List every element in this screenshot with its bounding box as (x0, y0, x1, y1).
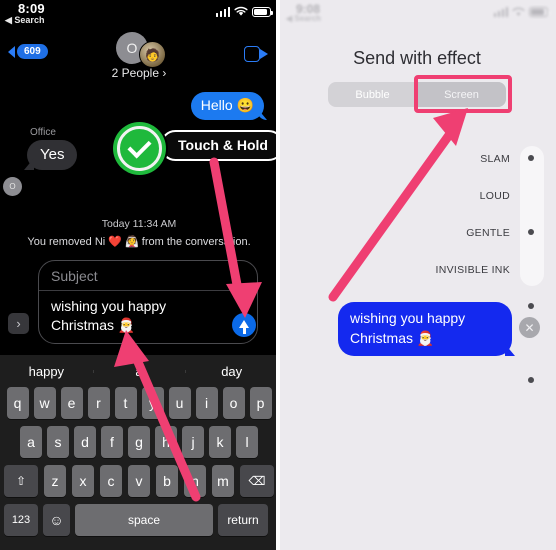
message-bubble-outgoing[interactable]: Hello 😀 (190, 92, 264, 120)
message-timestamp: Today 11:34 AM (101, 218, 177, 230)
touch-and-hold-callout: Touch & Hold (160, 130, 278, 161)
effect-option-invisible-ink[interactable]: INVISIBLE INK (418, 251, 546, 383)
wifi-icon (512, 7, 525, 16)
key-d[interactable]: d (74, 426, 96, 458)
key-j[interactable]: j (182, 426, 204, 458)
screenshot-root: 8:09 ◀ Search 609 O 🧑 2 People › Hello 😀… (0, 0, 556, 550)
effect-option-slam[interactable]: SLAM (418, 140, 546, 177)
key-k[interactable]: k (209, 426, 231, 458)
cellular-bars-icon (493, 7, 508, 17)
close-x-icon[interactable]: ✕ (519, 317, 540, 338)
callout-label: Touch & Hold (178, 137, 268, 153)
key-s[interactable]: s (47, 426, 69, 458)
status-indicators (493, 7, 550, 17)
avatar-group[interactable]: O 🧑 (108, 32, 170, 68)
effect-option-gentle[interactable]: GENTLE (418, 214, 546, 309)
unread-badge: 609 (17, 44, 48, 59)
message-preview-bubble[interactable]: wishing you happy Christmas 🎅 (338, 302, 512, 356)
keyboard-row-3: ⇧ z x c v b n m ⌫ (0, 465, 278, 497)
keyboard-row-2: a s d f g h j k l (0, 426, 278, 458)
radio-dot[interactable] (528, 155, 534, 161)
keyboard-row-1: q w e r t y u i o p (0, 387, 278, 419)
back-button[interactable]: 609 (8, 44, 48, 59)
compose-field[interactable]: Subject wishing you happy Christmas 🎅 (38, 260, 258, 344)
message-input[interactable]: wishing you happy Christmas 🎅 (39, 291, 257, 343)
onscreen-keyboard: happy a day q w e r t y u i o p a s d f (0, 355, 278, 550)
key-z[interactable]: z (44, 465, 66, 497)
key-o[interactable]: o (222, 387, 245, 419)
chevron-left-icon (8, 45, 15, 58)
effect-label: GENTLE (466, 226, 510, 239)
backspace-icon[interactable]: ⌫ (240, 465, 274, 497)
status-back-to-search[interactable]: ◀ Search (5, 15, 44, 26)
key-n[interactable]: n (184, 465, 206, 497)
left-phone-screen: 8:09 ◀ Search 609 O 🧑 2 People › Hello 😀… (0, 0, 278, 550)
tab-bubble[interactable]: Bubble (328, 82, 417, 107)
key-f[interactable]: f (101, 426, 123, 458)
key-q[interactable]: q (6, 387, 29, 419)
sender-name-label: Office (30, 127, 56, 138)
chat-header: 609 O 🧑 2 People › (0, 30, 278, 82)
radio-dot[interactable] (528, 303, 534, 309)
numbers-key[interactable]: 123 (4, 504, 38, 536)
video-camera-icon[interactable] (244, 46, 268, 62)
effect-label: LOUD (479, 189, 510, 202)
key-y[interactable]: y (141, 387, 164, 419)
return-key[interactable]: return (218, 504, 268, 536)
key-b[interactable]: b (156, 465, 178, 497)
chevron-right-icon[interactable]: › (8, 313, 29, 334)
effect-label: SLAM (480, 152, 510, 165)
smiley-icon[interactable]: ☺ (43, 504, 70, 536)
key-v[interactable]: v (128, 465, 150, 497)
key-i[interactable]: i (195, 387, 218, 419)
cellular-bars-icon (215, 7, 230, 17)
status-indicators (215, 6, 273, 17)
wifi-icon (234, 6, 248, 16)
prediction-1[interactable]: happy (0, 364, 93, 379)
prediction-2[interactable]: a (92, 364, 186, 379)
space-key[interactable]: space (75, 504, 213, 536)
screen-tab-highlight-box (414, 75, 512, 113)
key-h[interactable]: h (155, 426, 177, 458)
panel-divider (276, 0, 280, 550)
radio-dot[interactable] (528, 377, 534, 383)
green-check-circle-icon (113, 122, 166, 175)
battery-icon (252, 7, 273, 17)
key-g[interactable]: g (128, 426, 150, 458)
prediction-3[interactable]: day (185, 364, 278, 379)
key-p[interactable]: p (249, 387, 272, 419)
key-c[interactable]: c (100, 465, 122, 497)
key-r[interactable]: r (87, 387, 110, 419)
key-m[interactable]: m (212, 465, 234, 497)
status-time: 8:09 (18, 1, 45, 16)
key-u[interactable]: u (168, 387, 191, 419)
arrow-up-icon (239, 320, 249, 334)
effect-option-loud[interactable]: LOUD (418, 177, 546, 235)
subject-input[interactable]: Subject (39, 261, 257, 291)
avatar-secondary: 🧑 (139, 41, 166, 68)
key-l[interactable]: l (236, 426, 258, 458)
status-back-to-search[interactable]: ◀ Search (286, 14, 321, 23)
message-avatar: O (3, 177, 22, 196)
participants-label[interactable]: 2 People › (112, 66, 167, 80)
system-message: You removed Ni ❤️ 👰 from the conversatio… (27, 236, 251, 248)
battery-icon (529, 7, 550, 17)
effect-label: INVISIBLE INK (435, 263, 510, 276)
key-e[interactable]: e (60, 387, 83, 419)
page-title: Send with effect (353, 48, 481, 68)
keyboard-row-4: 123 ☺ space return (0, 504, 278, 536)
right-status-bar: 9:08 ◀ Search (278, 0, 556, 26)
key-a[interactable]: a (20, 426, 42, 458)
key-t[interactable]: t (114, 387, 137, 419)
effect-options-list: SLAM LOUD GENTLE INVISIBLE INK (418, 140, 546, 383)
key-x[interactable]: x (72, 465, 94, 497)
shift-up-icon[interactable]: ⇧ (4, 465, 38, 497)
left-status-bar: 8:09 ◀ Search (0, 0, 278, 30)
message-bubble-incoming[interactable]: Yes (27, 140, 78, 170)
send-button[interactable] (232, 313, 256, 337)
key-w[interactable]: w (33, 387, 56, 419)
prediction-bar: happy a day (0, 355, 278, 387)
